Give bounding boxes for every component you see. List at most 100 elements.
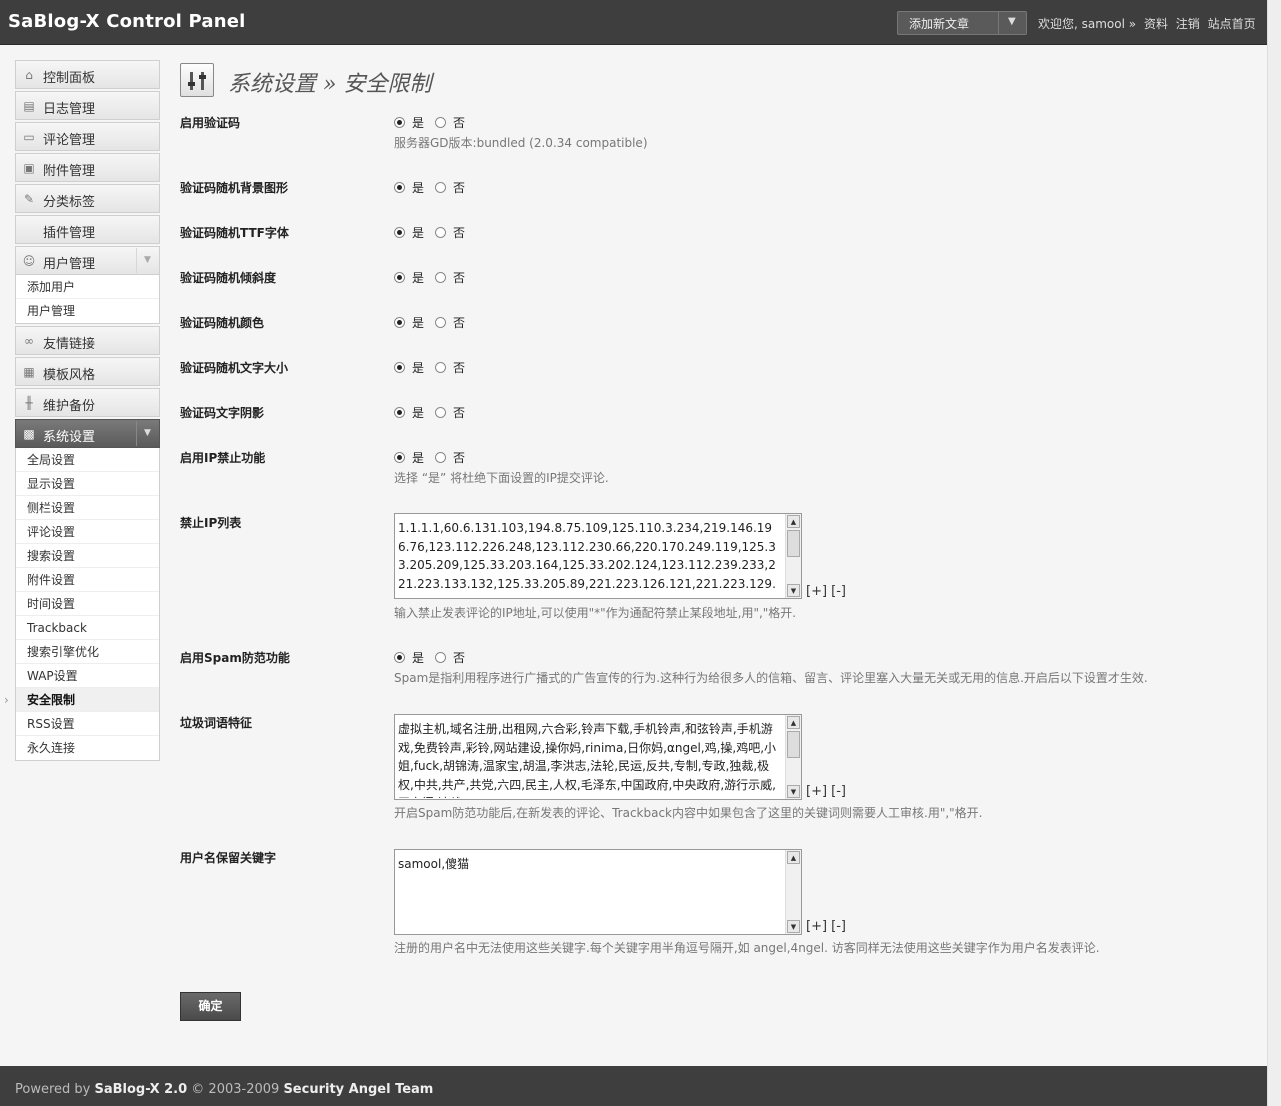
textarea-scrollbar[interactable]: ▲ ▼ [785,514,801,598]
radio-no-label: 否 [453,116,466,130]
expand-collapse-links[interactable]: [+] [-] [806,919,846,934]
textarea-content[interactable]: 虚拟主机,域名注册,出租网,六合彩,铃声下载,手机铃声,和弦铃声,手机游戏,免费… [398,720,783,798]
radio-no[interactable] [435,317,447,328]
spam-words-textarea[interactable]: 虚拟主机,域名注册,出租网,六合彩,铃声下载,手机铃声,和弦铃声,手机游戏,免费… [394,714,802,800]
logout-link[interactable]: 注销 [1176,17,1200,31]
settings-page-icon [180,63,214,97]
scroll-up-icon[interactable]: ▲ [787,515,800,528]
footer-product-link[interactable]: SaBlog-X 2.0 [95,1082,188,1097]
setting-hint: 输入禁止发表评论的IP地址,可以使用"*"作为通配符禁止某段地址,用","格开. [394,606,797,620]
setting-hint: Spam是指利用程序进行广播式的广告宣传的行为.这种行为给很多人的信箱、留言、评… [394,671,1148,685]
radio-yes[interactable] [394,272,405,283]
submenu-seo[interactable]: 搜索引擎优化 [16,640,159,664]
chevron-down-icon[interactable]: ▼ [136,248,158,273]
setting-hint: 注册的用户名中无法使用这些关键字.每个关键字用半角逗号隔开,如 angel,4n… [394,941,1100,955]
radio-yes[interactable] [394,227,405,238]
submenu-trackback[interactable]: Trackback [16,616,159,640]
submenu-sidebar[interactable]: 侧栏设置 [16,496,159,520]
sidebar-item-dashboard[interactable]: ⌂ 控制面板 [15,60,160,89]
submenu-manage-users[interactable]: 用户管理 [16,299,159,323]
submenu-search[interactable]: 搜索设置 [16,544,159,568]
radio-yes[interactable] [394,452,405,463]
scroll-up-icon[interactable]: ▲ [787,716,800,729]
submenu-display[interactable]: 显示设置 [16,472,159,496]
expand-collapse-links[interactable]: [+] [-] [806,784,846,799]
submenu-comments[interactable]: 评论设置 [16,520,159,544]
radio-yes[interactable] [394,362,405,373]
sidebar-item-plugins[interactable]: 插件管理 [15,215,160,244]
page-scrollbar[interactable] [1267,0,1281,1106]
textarea-content[interactable]: samool,傻猫 [398,855,783,933]
radio-yes[interactable] [394,407,405,418]
footer-team-link[interactable]: Security Angel Team [283,1082,433,1097]
submenu-rss[interactable]: RSS设置 [16,712,159,736]
setting-label: 验证码随机颜色 [180,316,265,330]
reserved-names-textarea[interactable]: samool,傻猫 ▲ ▼ [394,849,802,935]
profile-link[interactable]: 资料 [1144,17,1168,31]
ip-list-textarea[interactable]: 1.1.1.1,60.6.131.103,194.8.75.109,125.11… [394,513,802,599]
submenu-add-user[interactable]: 添加用户 [16,275,159,299]
template-icon: ▦ [23,365,35,379]
setting-label: 验证码随机背景图形 [180,181,289,195]
new-post-dropdown[interactable]: 添加新文章 ▼ [897,11,1027,35]
sidebar-item-links[interactable]: ∞ 友情链接 [15,326,160,355]
radio-no[interactable] [435,182,447,193]
radio-no[interactable] [435,362,447,373]
sidebar-item-templates[interactable]: ▦ 模板风格 [15,357,160,386]
welcome-text: 欢迎您, samool » [1038,17,1137,31]
submenu-time[interactable]: 时间设置 [16,592,159,616]
scroll-thumb[interactable] [787,530,800,557]
radio-yes[interactable] [394,652,405,663]
dashboard-icon: ⌂ [25,68,33,82]
radio-yes[interactable] [394,182,405,193]
sidebar-item-users[interactable]: ☺ 用户管理 ▼ [15,246,160,275]
textarea-scrollbar[interactable]: ▲ ▼ [785,715,801,799]
textarea-scrollbar[interactable]: ▲ ▼ [785,850,801,934]
link-icon: ∞ [24,334,34,348]
radio-group: 是 否 [394,649,476,666]
sidebar-item-comments[interactable]: ▭ 评论管理 [15,122,160,151]
radio-yes[interactable] [394,117,405,128]
sidebar-item-settings[interactable]: ▩ 系统设置 ▼ [15,419,160,448]
scroll-down-icon[interactable]: ▼ [787,584,800,597]
dropdown-toggle[interactable]: ▼ [998,12,1026,34]
footer: Powered by SaBlog-X 2.0 © 2003-2009 Secu… [0,1066,1267,1106]
scroll-down-icon[interactable]: ▼ [787,785,800,798]
sidebar-item-posts[interactable]: ▤ 日志管理 [15,91,160,120]
footer-copyright: © 2003-2009 [191,1082,280,1097]
radio-no-label: 否 [453,651,466,665]
radio-no-label: 否 [453,271,466,285]
scroll-down-icon[interactable]: ▼ [787,920,800,933]
sidebar-item-categories[interactable]: ✎ 分类标签 [15,184,160,213]
submenu-security[interactable]: 安全限制 [4,688,159,712]
radio-no[interactable] [435,452,447,463]
sidebar-item-label: 控制面板 [43,71,96,86]
setting-label: 验证码文字阴影 [180,406,265,420]
radio-no[interactable] [435,117,447,128]
setting-hint: 服务器GD版本:bundled (2.0.34 compatible) [394,136,648,150]
scroll-thumb[interactable] [787,731,800,758]
new-post-label[interactable]: 添加新文章 [909,15,969,32]
pin-icon: ✎ [23,192,35,206]
setting-hint: 选择 “是” 将杜绝下面设置的IP提交评论. [394,471,609,485]
submenu-global[interactable]: 全局设置 [16,448,159,472]
radio-yes[interactable] [394,317,405,328]
sidebar-item-maintenance[interactable]: ╫ 维护备份 [15,388,160,417]
submit-button[interactable]: 确定 [180,992,241,1021]
radio-no[interactable] [435,227,447,238]
radio-no-label: 否 [453,361,466,375]
textarea-content[interactable]: 1.1.1.1,60.6.131.103,194.8.75.109,125.11… [398,519,783,597]
submenu-attachments[interactable]: 附件设置 [16,568,159,592]
radio-no[interactable] [435,407,447,418]
radio-no[interactable] [435,272,447,283]
sidebar-item-attachments[interactable]: ▣ 附件管理 [15,153,160,182]
radio-yes-label: 是 [412,361,425,375]
scroll-up-icon[interactable]: ▲ [787,851,800,864]
submenu-permalink[interactable]: 永久连接 [16,736,159,760]
radio-no[interactable] [435,652,447,663]
chevron-down-icon[interactable]: ▼ [136,421,158,446]
submenu-wap[interactable]: WAP设置 [16,664,159,688]
sidebar-item-label: 模板风格 [43,368,96,383]
expand-collapse-links[interactable]: [+] [-] [806,584,846,599]
site-home-link[interactable]: 站点首页 [1208,17,1256,31]
